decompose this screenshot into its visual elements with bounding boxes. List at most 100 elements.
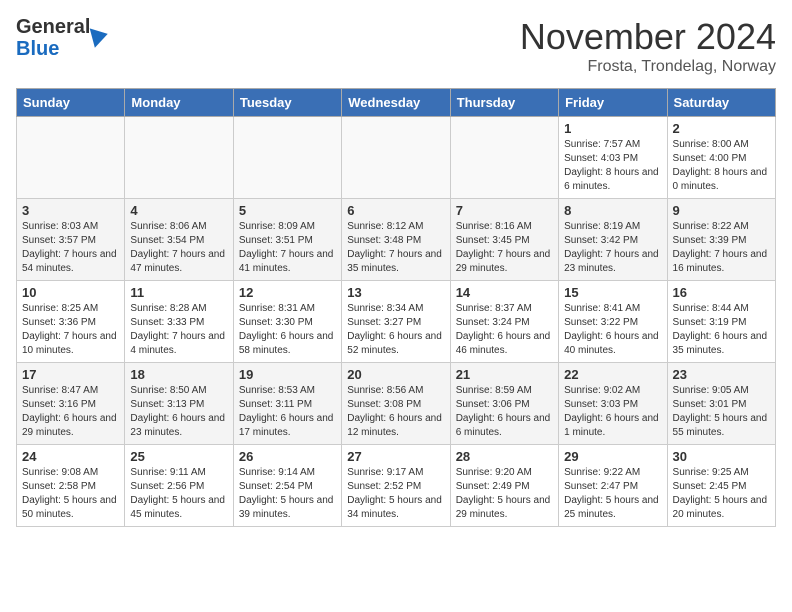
day-number: 30: [673, 449, 770, 464]
col-header-saturday: Saturday: [667, 89, 775, 117]
col-header-tuesday: Tuesday: [233, 89, 341, 117]
day-info: Sunrise: 8:31 AM Sunset: 3:30 PM Dayligh…: [239, 302, 336, 358]
day-number: 22: [564, 367, 661, 382]
calendar-cell: 29 Sunrise: 9:22 AM Sunset: 2:47 PM Dayli…: [559, 445, 667, 527]
day-info: Sunrise: 9:05 AM Sunset: 3:01 PM Dayligh…: [673, 384, 770, 440]
calendar-cell: [17, 117, 125, 199]
col-header-friday: Friday: [559, 89, 667, 117]
calendar-cell: 2 Sunrise: 8:00 AM Sunset: 4:00 PM Daylig…: [667, 117, 775, 199]
day-number: 11: [130, 285, 227, 300]
day-number: 16: [673, 285, 770, 300]
day-number: 1: [564, 121, 661, 136]
col-header-sunday: Sunday: [17, 89, 125, 117]
calendar-week-row: 1 Sunrise: 7:57 AM Sunset: 4:03 PM Daylig…: [17, 117, 776, 199]
calendar-cell: 11Sunrise: 8:28 AM Sunset: 3:33 PM Dayli…: [125, 281, 233, 363]
day-number: 25: [130, 449, 227, 464]
day-number: 5: [239, 203, 336, 218]
day-info: Sunrise: 7:57 AM Sunset: 4:03 PM Dayligh…: [564, 138, 661, 194]
calendar-cell: [233, 117, 341, 199]
title-block: November 2024 Frosta, Trondelag, Norway: [520, 16, 776, 76]
calendar-cell: 10Sunrise: 8:25 AM Sunset: 3:36 PM Dayli…: [17, 281, 125, 363]
day-info: Sunrise: 9:02 AM Sunset: 3:03 PM Dayligh…: [564, 384, 661, 440]
calendar-cell: 1 Sunrise: 7:57 AM Sunset: 4:03 PM Daylig…: [559, 117, 667, 199]
day-number: 19: [239, 367, 336, 382]
calendar-cell: 12 Sunrise: 8:31 AM Sunset: 3:30 PM Dayli…: [233, 281, 341, 363]
calendar-cell: 25Sunrise: 9:11 AM Sunset: 2:56 PM Dayli…: [125, 445, 233, 527]
calendar-cell: 16 Sunrise: 8:44 AM Sunset: 3:19 PM Dayli…: [667, 281, 775, 363]
calendar-week-row: 17 Sunrise: 8:47 AM Sunset: 3:16 PM Dayli…: [17, 363, 776, 445]
calendar-cell: 4 Sunrise: 8:06 AM Sunset: 3:54 PM Daylig…: [125, 199, 233, 281]
day-info: Sunrise: 9:20 AM Sunset: 2:49 PM Dayligh…: [456, 466, 553, 522]
calendar-cell: 8 Sunrise: 8:19 AM Sunset: 3:42 PM Daylig…: [559, 199, 667, 281]
calendar-cell: 13Sunrise: 8:34 AM Sunset: 3:27 PM Dayli…: [342, 281, 450, 363]
day-info: Sunrise: 8:03 AM Sunset: 3:57 PM Dayligh…: [22, 220, 119, 276]
day-number: 12: [239, 285, 336, 300]
day-info: Sunrise: 8:12 AM Sunset: 3:48 PM Dayligh…: [347, 220, 444, 276]
calendar-cell: 14Sunrise: 8:37 AM Sunset: 3:24 PM Dayli…: [450, 281, 558, 363]
calendar-cell: 3 Sunrise: 8:03 AM Sunset: 3:57 PM Daylig…: [17, 199, 125, 281]
day-info: Sunrise: 8:56 AM Sunset: 3:08 PM Dayligh…: [347, 384, 444, 440]
calendar-cell: 30 Sunrise: 9:25 AM Sunset: 2:45 PM Dayli…: [667, 445, 775, 527]
calendar-cell: 21Sunrise: 8:59 AM Sunset: 3:06 PM Dayli…: [450, 363, 558, 445]
calendar-cell: 15 Sunrise: 8:41 AM Sunset: 3:22 PM Dayli…: [559, 281, 667, 363]
calendar-week-row: 24Sunrise: 9:08 AM Sunset: 2:58 PM Dayli…: [17, 445, 776, 527]
calendar-cell: 17 Sunrise: 8:47 AM Sunset: 3:16 PM Dayli…: [17, 363, 125, 445]
day-number: 23: [673, 367, 770, 382]
logo-general-text: General: [16, 16, 90, 38]
day-info: Sunrise: 8:19 AM Sunset: 3:42 PM Dayligh…: [564, 220, 661, 276]
day-info: Sunrise: 8:59 AM Sunset: 3:06 PM Dayligh…: [456, 384, 553, 440]
day-info: Sunrise: 8:25 AM Sunset: 3:36 PM Dayligh…: [22, 302, 119, 358]
col-header-wednesday: Wednesday: [342, 89, 450, 117]
day-info: Sunrise: 8:22 AM Sunset: 3:39 PM Dayligh…: [673, 220, 770, 276]
day-number: 20: [347, 367, 444, 382]
calendar-cell: 7Sunrise: 8:16 AM Sunset: 3:45 PM Daylig…: [450, 199, 558, 281]
calendar-table: SundayMondayTuesdayWednesdayThursdayFrid…: [16, 88, 776, 527]
day-info: Sunrise: 8:44 AM Sunset: 3:19 PM Dayligh…: [673, 302, 770, 358]
day-number: 8: [564, 203, 661, 218]
calendar-cell: 26 Sunrise: 9:14 AM Sunset: 2:54 PM Dayli…: [233, 445, 341, 527]
day-number: 26: [239, 449, 336, 464]
calendar-cell: 22 Sunrise: 9:02 AM Sunset: 3:03 PM Dayli…: [559, 363, 667, 445]
day-info: Sunrise: 9:17 AM Sunset: 2:52 PM Dayligh…: [347, 466, 444, 522]
day-info: Sunrise: 9:22 AM Sunset: 2:47 PM Dayligh…: [564, 466, 661, 522]
day-number: 2: [673, 121, 770, 136]
day-info: Sunrise: 8:53 AM Sunset: 3:11 PM Dayligh…: [239, 384, 336, 440]
day-number: 17: [22, 367, 119, 382]
day-info: Sunrise: 9:14 AM Sunset: 2:54 PM Dayligh…: [239, 466, 336, 522]
day-number: 9: [673, 203, 770, 218]
calendar-week-row: 3 Sunrise: 8:03 AM Sunset: 3:57 PM Daylig…: [17, 199, 776, 281]
calendar-cell: 18Sunrise: 8:50 AM Sunset: 3:13 PM Dayli…: [125, 363, 233, 445]
calendar-cell: 9 Sunrise: 8:22 AM Sunset: 3:39 PM Daylig…: [667, 199, 775, 281]
day-info: Sunrise: 8:34 AM Sunset: 3:27 PM Dayligh…: [347, 302, 444, 358]
day-info: Sunrise: 8:37 AM Sunset: 3:24 PM Dayligh…: [456, 302, 553, 358]
day-info: Sunrise: 8:41 AM Sunset: 3:22 PM Dayligh…: [564, 302, 661, 358]
day-number: 3: [22, 203, 119, 218]
location-subtitle: Frosta, Trondelag, Norway: [520, 58, 776, 76]
day-number: 4: [130, 203, 227, 218]
calendar-cell: [342, 117, 450, 199]
day-info: Sunrise: 8:00 AM Sunset: 4:00 PM Dayligh…: [673, 138, 770, 194]
calendar-cell: 27 Sunrise: 9:17 AM Sunset: 2:52 PM Dayli…: [342, 445, 450, 527]
calendar-header-row: SundayMondayTuesdayWednesdayThursdayFrid…: [17, 89, 776, 117]
day-info: Sunrise: 8:09 AM Sunset: 3:51 PM Dayligh…: [239, 220, 336, 276]
day-number: 28: [456, 449, 553, 464]
logo: General Blue: [16, 16, 108, 60]
day-number: 27: [347, 449, 444, 464]
calendar-cell: 23 Sunrise: 9:05 AM Sunset: 3:01 PM Dayli…: [667, 363, 775, 445]
day-number: 6: [347, 203, 444, 218]
day-number: 29: [564, 449, 661, 464]
calendar-cell: 20 Sunrise: 8:56 AM Sunset: 3:08 PM Dayli…: [342, 363, 450, 445]
day-number: 15: [564, 285, 661, 300]
calendar-cell: [125, 117, 233, 199]
day-info: Sunrise: 9:25 AM Sunset: 2:45 PM Dayligh…: [673, 466, 770, 522]
col-header-monday: Monday: [125, 89, 233, 117]
day-number: 18: [130, 367, 227, 382]
day-info: Sunrise: 8:06 AM Sunset: 3:54 PM Dayligh…: [130, 220, 227, 276]
day-info: Sunrise: 8:16 AM Sunset: 3:45 PM Dayligh…: [456, 220, 553, 276]
calendar-cell: 6 Sunrise: 8:12 AM Sunset: 3:48 PM Daylig…: [342, 199, 450, 281]
calendar-cell: 5 Sunrise: 8:09 AM Sunset: 3:51 PM Daylig…: [233, 199, 341, 281]
calendar-cell: [450, 117, 558, 199]
page-header: General Blue November 2024 Frosta, Trond…: [16, 16, 776, 76]
col-header-thursday: Thursday: [450, 89, 558, 117]
day-info: Sunrise: 8:47 AM Sunset: 3:16 PM Dayligh…: [22, 384, 119, 440]
